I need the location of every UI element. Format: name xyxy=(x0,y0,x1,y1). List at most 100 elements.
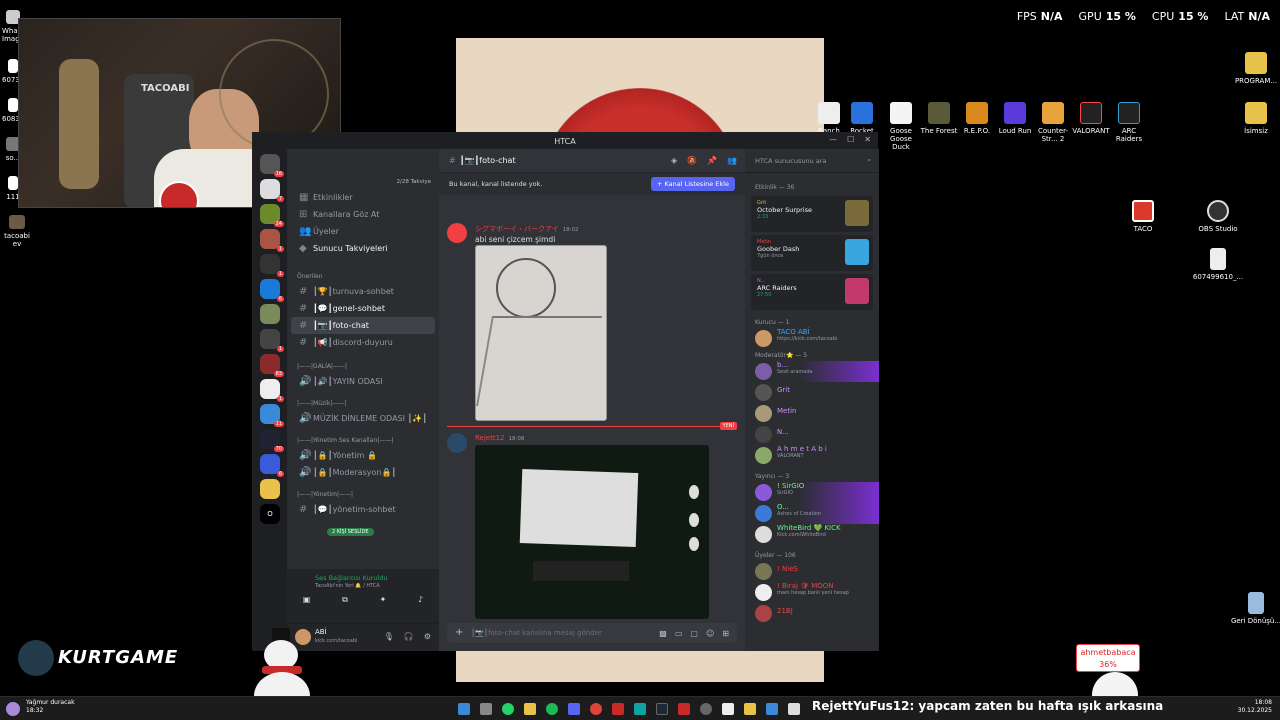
obs-taskbar-icon[interactable] xyxy=(700,703,712,715)
desktop-icon[interactable]: The Forest xyxy=(920,102,958,151)
server-icon[interactable]: O xyxy=(260,504,280,524)
activity-card[interactable]: N... ARC Raiders 27:50 xyxy=(751,274,873,310)
member-item[interactable]: 21BJ xyxy=(745,603,879,624)
desktop-icon[interactable]: Goose Goose Duck xyxy=(882,102,920,151)
nav-browse-channels[interactable]: ⊞ Kanallara Göz At xyxy=(291,206,435,223)
screenshare-icon[interactable]: ⧉ xyxy=(342,595,348,605)
desktop-icon[interactable]: TACO xyxy=(1115,200,1171,233)
server-icon[interactable]: 1 xyxy=(260,229,284,252)
desktop-icon[interactable]: İsimsiz xyxy=(1228,102,1280,135)
voice-yayin-odasi[interactable]: 🔊 ┃🔊┃YAYIN ODASI xyxy=(291,373,435,390)
activity-header[interactable]: Etkinlik — 36 xyxy=(745,181,879,193)
server-icon[interactable]: 6 xyxy=(260,279,284,302)
discord-window[interactable]: HTCA — ☐ ✕ 16 7 24 1 1 6 1 83 1 11 70 6 … xyxy=(252,132,879,651)
desktop-icon[interactable]: Geri Dönüşü... xyxy=(1228,592,1280,625)
file-explorer-icon[interactable] xyxy=(524,703,536,715)
threads-icon[interactable]: ◈ xyxy=(671,156,677,165)
member-item[interactable]: ! Biraj 🛡 MOON main hesap banlı yeni hesa… xyxy=(745,582,879,603)
category-galia[interactable]: |——|GALİA|——| xyxy=(287,359,439,373)
desktop-icon[interactable]: VALORANT xyxy=(1072,102,1110,151)
desktop-icon[interactable]: PROGRAM... xyxy=(1228,52,1280,85)
server-icon[interactable]: 24 xyxy=(260,204,284,227)
search-icon[interactable] xyxy=(480,703,492,715)
camera-icon[interactable]: ▣ xyxy=(303,595,311,605)
desktop-icon[interactable]: Counter-Str... 2 xyxy=(1034,102,1072,151)
member-item[interactable]: N... xyxy=(745,424,879,445)
minimize-button[interactable]: — xyxy=(829,135,837,144)
mute-icon[interactable]: 🔕 xyxy=(687,156,697,165)
spotify-icon[interactable] xyxy=(546,703,558,715)
avatar[interactable] xyxy=(447,433,467,453)
desktop-icon[interactable]: tacoabi ev xyxy=(2,215,32,248)
activity-icon[interactable]: ✦ xyxy=(380,595,387,605)
boost-progress[interactable]: 2/28 Takviye xyxy=(396,179,431,185)
channel-yonetim-sohbet[interactable]: # ┃💬┃yönetim-sohbet xyxy=(291,501,435,518)
apps-icon[interactable]: ⊞ xyxy=(722,629,729,638)
soundboard-icon[interactable]: ♪ xyxy=(418,595,423,605)
server-icon[interactable]: 11 xyxy=(260,404,284,427)
server-icon[interactable] xyxy=(260,479,280,499)
channel-foto-chat[interactable]: # ┃📷┃foto-chat xyxy=(291,317,435,334)
avatar[interactable] xyxy=(447,223,467,243)
discord-icon[interactable] xyxy=(568,703,580,715)
voice-count-pill[interactable]: 2 KİŞİ SESLİDE xyxy=(327,528,374,536)
member-item[interactable]: WhiteBird 💚 KICK Kick.com/WhiteBird xyxy=(745,524,879,545)
server-icon[interactable] xyxy=(260,304,280,324)
channel-genel-sohbet[interactable]: # ┃💬┃genel-sohbet xyxy=(291,300,435,317)
member-item[interactable]: Metin xyxy=(745,403,879,424)
member-item[interactable]: A h m e t A b i VALORANT xyxy=(745,445,879,466)
app-icon[interactable] xyxy=(722,703,734,715)
desktop-icon[interactable]: ARC Raiders xyxy=(1110,102,1148,151)
pin-icon[interactable]: 📌 xyxy=(707,156,717,165)
member-item[interactable]: O... Ashes of Creation xyxy=(745,503,879,524)
category-yonetim[interactable]: |——|Yönetim|——| xyxy=(287,487,439,501)
server-icon[interactable]: 1 xyxy=(260,254,284,277)
message-input[interactable]: + ┃📷┃foto-chat kanalına mesaj gönder ▩ ▭… xyxy=(447,623,737,643)
category-suggested[interactable]: Önerilen xyxy=(287,269,439,283)
server-icon[interactable]: 6 xyxy=(260,454,284,477)
channel-turnuva-sohbet[interactable]: # ┃🏆┃turnuva-sohbet xyxy=(291,283,435,300)
channel-discord-duyuru[interactable]: # ┃📢┃discord-duyuru xyxy=(291,334,435,351)
voice-moderasyon[interactable]: 🔊 ┃🔒┃Moderasyon🔒┃ xyxy=(291,464,435,481)
chrome-icon[interactable] xyxy=(590,703,602,715)
app-icon[interactable] xyxy=(788,703,800,715)
attachment-photo[interactable] xyxy=(475,445,709,619)
start-icon[interactable] xyxy=(458,703,470,715)
activity-card[interactable]: Grit October Surprise 2:33 xyxy=(751,196,873,232)
headphones-icon[interactable]: 🎧 xyxy=(404,632,414,641)
attachment-drawing[interactable] xyxy=(475,245,607,421)
nav-events[interactable]: ▦ Etkinlikler xyxy=(291,189,435,206)
close-button[interactable]: ✕ xyxy=(864,135,871,144)
server-search[interactable]: HTCA sunucusunu ara ⌕ xyxy=(745,149,879,173)
voice-yonetim[interactable]: 🔊 ┃🔒┃Yönetim 🔒 xyxy=(291,447,435,464)
voice-muzik-dinleme[interactable]: 🔊 MÜZİK DİNLEME ODASI ┃✨┃ xyxy=(291,410,435,427)
server-icon[interactable]: 83 xyxy=(260,354,284,377)
whatsapp-icon[interactable] xyxy=(502,703,514,715)
desktop-icon[interactable]: OBS Studio xyxy=(1190,200,1246,233)
author-name[interactable]: Rejett12 xyxy=(475,434,505,442)
voice-channel-info[interactable]: TacoAbi'nin Yeri 🔔 / HTCA xyxy=(287,582,439,589)
add-to-channel-list-button[interactable]: + Kanal Listesine Ekle xyxy=(650,177,735,191)
opera-icon[interactable] xyxy=(612,703,624,715)
desktop-icon[interactable]: 607499610_... xyxy=(1190,248,1246,281)
add-attachment-icon[interactable]: + xyxy=(455,627,463,638)
nav-server-boosts[interactable]: ◆ Sunucu Takviyeleri xyxy=(291,240,435,257)
desktop-icon[interactable]: Loud Run xyxy=(996,102,1034,151)
server-icon[interactable]: 7 xyxy=(260,179,284,202)
title-bar[interactable]: HTCA — ☐ ✕ xyxy=(253,133,877,149)
edge-icon[interactable] xyxy=(634,703,646,715)
member-item[interactable]: TACO ABİ https://kick.com/tacoabi xyxy=(745,328,879,349)
emoji-icon[interactable]: ☺ xyxy=(706,629,714,638)
server-icon[interactable]: 70 xyxy=(260,429,284,452)
category-yonetim-ses[interactable]: |——|Yönetim Ses Kanalları|——| xyxy=(287,433,439,447)
weather-widget[interactable]: Yağmur duracak 18:32 xyxy=(26,699,75,715)
member-item[interactable]: Grit xyxy=(745,382,879,403)
member-list-icon[interactable]: 👥 xyxy=(727,156,737,165)
settings-gear-icon[interactable]: ⚙ xyxy=(424,632,431,641)
author-name[interactable]: シグマボーイ・バークアイ xyxy=(475,225,559,233)
app-icon[interactable] xyxy=(678,703,690,715)
gif-icon[interactable]: ▭ xyxy=(675,629,683,638)
nav-members[interactable]: 👥 Üyeler xyxy=(291,223,435,240)
category-muzik[interactable]: |——|Müzik|——| xyxy=(287,396,439,410)
sticker-icon[interactable]: ▢ xyxy=(690,629,698,638)
